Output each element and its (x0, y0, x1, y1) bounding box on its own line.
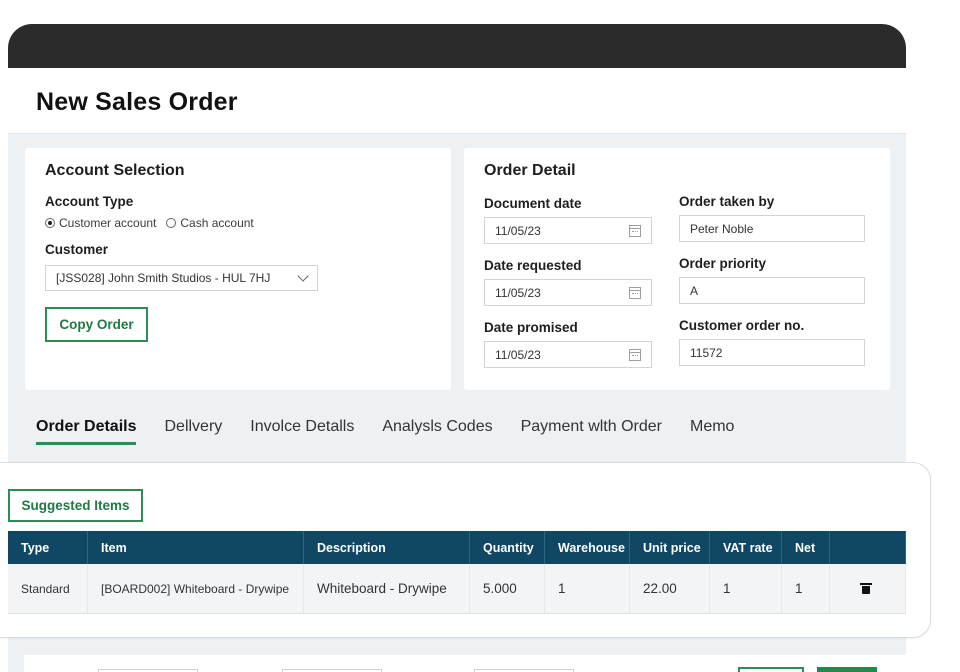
tab-invoice-details[interactable]: Involce Detalls (250, 418, 354, 445)
date-promised-field[interactable]: 11/05/23 (484, 341, 652, 368)
customer-order-no-label: Customer order no. (679, 318, 805, 333)
calendar-icon[interactable] (629, 348, 641, 361)
customer-label: Customer (45, 242, 109, 257)
document-date-field[interactable]: 11/05/23 (484, 217, 652, 244)
cell-vat-rate[interactable]: 1 (710, 564, 782, 613)
order-priority-value: A (690, 283, 699, 298)
partial-secondary-button[interactable] (738, 667, 804, 672)
cash-account-radio[interactable] (166, 218, 177, 228)
column-header-unit-price[interactable]: Unit price (630, 531, 710, 564)
order-taken-by-group: Order taken by Peter Noble (679, 194, 865, 242)
cell-description: Whiteboard - Drywipe (304, 564, 470, 613)
customer-account-label[interactable]: Customer account (59, 216, 156, 230)
cell-warehouse[interactable]: 1 (545, 564, 630, 613)
window-titlebar (8, 24, 906, 68)
calendar-icon[interactable] (629, 224, 641, 237)
order-tabs: Order Details Dellvery Involce Detalls A… (36, 418, 762, 445)
table-header: Type Item Description Quantity Warehouse… (8, 531, 906, 564)
calendar-icon[interactable] (629, 286, 641, 299)
table-row[interactable]: Standard [BOARD002] Whiteboard - Drywipe… (8, 564, 906, 614)
partial-primary-button[interactable] (817, 667, 877, 672)
order-detail-title: Order Detail (484, 162, 576, 179)
date-requested-group: Date requested 11/05/23 (484, 258, 652, 306)
column-header-vat-rate[interactable]: VAT rate (710, 531, 782, 564)
order-taken-by-value: Peter Noble (690, 221, 754, 236)
page-title: New Sales Order (36, 88, 238, 116)
tab-delivery[interactable]: Dellvery (164, 418, 222, 445)
order-detail-card: Order Detail Document date 11/05/23 Date… (464, 148, 890, 390)
account-type-radio-group: Customer account Cash account (45, 216, 431, 230)
tab-memo[interactable]: Memo (690, 418, 734, 445)
customer-select[interactable]: [JSS028] John Smith Studios - HUL 7HJ (45, 265, 318, 291)
date-requested-field[interactable]: 11/05/23 (484, 279, 652, 306)
order-taken-by-field[interactable]: Peter Noble (679, 215, 865, 242)
customer-order-no-group: Customer order no. 11572 (679, 318, 865, 366)
column-header-actions (830, 531, 906, 564)
tab-payment-with-order[interactable]: Payment wlth Order (521, 418, 662, 445)
customer-select-value: [JSS028] John Smith Studios - HUL 7HJ (56, 271, 271, 285)
date-promised-group: Date promised 11/05/23 (484, 320, 652, 368)
account-type-label: Account Type (45, 194, 134, 209)
column-header-quantity[interactable]: Quantity (470, 531, 545, 564)
column-header-type[interactable]: Type (8, 531, 88, 564)
customer-order-no-field[interactable]: 11572 (679, 339, 865, 366)
suggested-items-button[interactable]: Suggested Items (8, 489, 143, 522)
date-promised-value: 11/05/23 (495, 347, 541, 362)
date-promised-label: Date promised (484, 320, 578, 335)
document-date-label: Document date (484, 196, 582, 211)
cell-quantity[interactable]: 5.000 (470, 564, 545, 613)
column-header-net[interactable]: Net (782, 531, 830, 564)
tab-analysis-codes[interactable]: Analysls Codes (382, 418, 492, 445)
date-requested-value: 11/05/23 (495, 285, 541, 300)
column-header-description[interactable]: Description (304, 531, 470, 564)
stage: New Sales Order Account Selection Accoun… (0, 0, 960, 672)
chevron-down-icon (297, 270, 309, 282)
page-header: New Sales Order (8, 68, 906, 134)
cell-type: Standard (8, 564, 88, 613)
document-date-value: 11/05/23 (495, 223, 541, 238)
account-selection-card: Account Selection Account Type Customer … (25, 148, 451, 390)
document-date-group: Document date 11/05/23 (484, 196, 652, 244)
items-table: Type Item Description Quantity Warehouse… (8, 531, 906, 614)
copy-order-button[interactable]: Copy Order (45, 307, 148, 342)
cell-unit-price[interactable]: 22.00 (630, 564, 710, 613)
order-taken-by-label: Order taken by (679, 194, 775, 209)
cash-account-label[interactable]: Cash account (180, 216, 253, 230)
trash-icon[interactable] (860, 583, 872, 594)
order-priority-field[interactable]: A (679, 277, 865, 304)
date-requested-label: Date requested (484, 258, 582, 273)
account-selection-title: Account Selection (45, 162, 185, 179)
cell-net: 1 (782, 564, 830, 613)
column-header-item[interactable]: Item (88, 531, 304, 564)
tab-order-details[interactable]: Order Details (36, 418, 137, 445)
cell-actions (830, 564, 906, 613)
order-priority-label: Order priority (679, 256, 767, 271)
customer-account-radio[interactable] (45, 218, 55, 228)
cell-item: [BOARD002] Whiteboard - Drywipe (88, 564, 304, 613)
totals-card-partial (24, 655, 906, 672)
order-priority-group: Order priority A (679, 256, 865, 304)
customer-order-no-value: 11572 (690, 345, 723, 360)
column-header-warehouse[interactable]: Warehouse (545, 531, 630, 564)
